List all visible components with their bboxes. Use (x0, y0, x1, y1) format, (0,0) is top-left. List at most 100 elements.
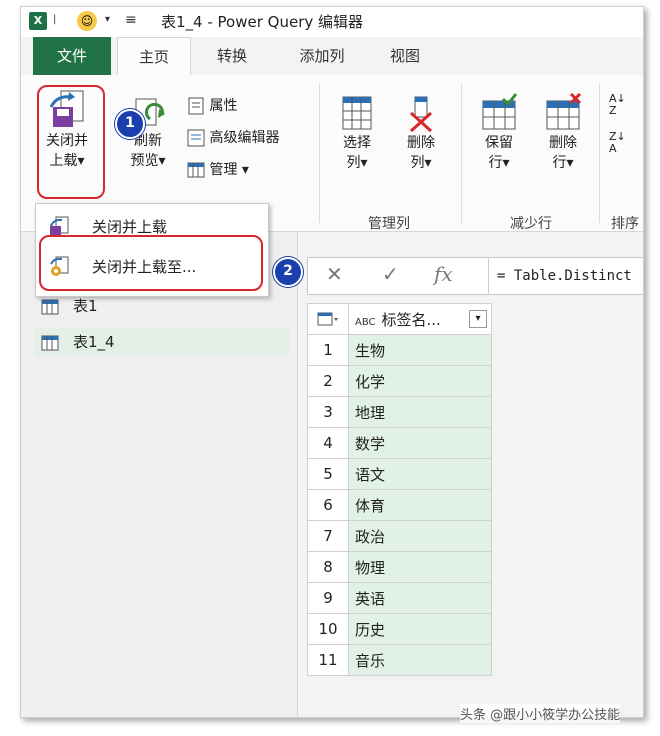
chevron-down-icon[interactable]: ▾ (105, 14, 110, 25)
query-item-label: 表1_4 (73, 333, 115, 351)
cell-value[interactable]: 历史 (348, 613, 492, 645)
table-row: 5 语文 (307, 458, 492, 490)
group-separator (319, 83, 320, 223)
tab-file[interactable]: 文件 (33, 37, 111, 75)
choose-columns-label-1: 选择 (343, 135, 371, 151)
remove-columns-label-2: 列 (410, 155, 425, 171)
tab-view[interactable]: 视图 (375, 37, 435, 75)
chevron-down-icon: ▾ (360, 155, 368, 171)
table-row: 10 历史 (307, 613, 492, 645)
table-row: 1 生物 (307, 334, 492, 366)
table-row: 4 数学 (307, 427, 492, 459)
sort-ascending-button[interactable]: A↓ Z (609, 92, 626, 117)
row-index: 7 (307, 520, 349, 552)
choose-columns-button[interactable]: 选择 列▾ (327, 93, 387, 173)
manage-button[interactable]: 管理 ▾ (187, 159, 249, 181)
callout-badge-2: 2 (273, 257, 303, 287)
callout-badge-1: 1 (115, 109, 145, 139)
query-item-table1-4[interactable]: 表1_4 (35, 327, 289, 357)
query-item-label: 表1 (73, 297, 98, 315)
cell-value[interactable]: 化学 (348, 365, 492, 397)
remove-columns-label-1: 删除 (407, 135, 435, 151)
chevron-down-icon: ▾ (241, 162, 249, 178)
table-menu-button[interactable] (307, 303, 349, 335)
table-row: 6 体育 (307, 489, 492, 521)
table-row: 2 化学 (307, 365, 492, 397)
cell-value[interactable]: 语文 (348, 458, 492, 490)
tab-home[interactable]: 主页 (117, 37, 191, 76)
remove-rows-icon (546, 93, 582, 130)
row-index: 4 (307, 427, 349, 459)
column-header[interactable]: ABC 标签名... ▾ (348, 303, 492, 335)
grid-header-row: ABC 标签名... ▾ (307, 303, 492, 335)
cell-value[interactable]: 地理 (348, 396, 492, 428)
column-type-icon[interactable]: ABC (355, 317, 376, 328)
group-separator (599, 83, 600, 223)
group-label-reduce-rows: 减少行 (510, 216, 552, 232)
remove-columns-button[interactable]: 删除 列▾ (391, 93, 451, 173)
advanced-editor-label: 高级编辑器 (209, 130, 280, 146)
table-row: 9 英语 (307, 582, 492, 614)
cell-value[interactable]: 体育 (348, 489, 492, 521)
table-row: 11 音乐 (307, 644, 492, 676)
data-grid: ABC 标签名... ▾ 1 生物 2 化学 3 地理 4 数学 5 语文 6 体育 7 政治 … (307, 303, 492, 676)
manage-label: 管理 (209, 162, 238, 178)
cell-value[interactable]: 数学 (348, 427, 492, 459)
cell-value[interactable]: 政治 (348, 520, 492, 552)
highlight-close-and-load-to (39, 235, 263, 291)
keep-rows-label-1: 保留 (485, 135, 513, 151)
quick-access-separator: | (53, 14, 57, 25)
properties-label: 属性 (209, 98, 238, 114)
cancel-formula-icon[interactable]: ✕ (326, 262, 343, 286)
smiley-feedback-icon[interactable]: ☺ (77, 11, 97, 31)
table-row: 7 政治 (307, 520, 492, 552)
remove-rows-label-1: 删除 (549, 135, 577, 151)
properties-button[interactable]: 属性 (187, 95, 237, 117)
advanced-editor-icon (187, 129, 205, 147)
chevron-down-icon: ▾ (424, 155, 432, 171)
sort-ascending-icon: A↓ Z (609, 92, 626, 117)
row-index: 2 (307, 365, 349, 397)
keep-rows-label-2: 行 (488, 155, 503, 171)
row-index: 9 (307, 582, 349, 614)
formula-bar: ✕ ✓ fx = Table.Distinct (307, 257, 643, 295)
remove-rows-button[interactable]: 删除 行▾ (533, 93, 593, 173)
table-icon (41, 335, 59, 350)
sort-descending-button[interactable]: Z↓ A (609, 130, 626, 155)
keep-rows-button[interactable]: 保留 行▾ (469, 93, 529, 173)
group-label-manage-columns: 管理列 (368, 216, 410, 232)
table-row: 3 地理 (307, 396, 492, 428)
filter-dropdown-icon[interactable]: ▾ (469, 310, 487, 328)
cell-value[interactable]: 音乐 (348, 644, 492, 676)
ribbon-tab-bar: 文件 主页 转换 添加列 视图 (21, 37, 643, 76)
cell-value[interactable]: 物理 (348, 551, 492, 583)
row-index: 6 (307, 489, 349, 521)
group-separator (461, 83, 462, 223)
title-bar: X | ☺ ▾ ≡ 表1_4 - Power Query 编辑器 (21, 7, 643, 37)
choose-columns-icon (342, 96, 372, 130)
highlight-close-and-load (37, 85, 105, 199)
queries-pane: 表1 表1_4 (21, 233, 298, 717)
row-index: 8 (307, 551, 349, 583)
chevron-down-icon: ▾ (158, 153, 166, 169)
formula-input[interactable]: = Table.Distinct (488, 258, 632, 294)
table-icon (41, 299, 59, 314)
quick-access-customize-icon[interactable]: ≡ (125, 12, 137, 28)
confirm-formula-icon[interactable]: ✓ (382, 262, 399, 286)
refresh-label-2: 预览 (130, 153, 159, 169)
cell-value[interactable]: 生物 (348, 334, 492, 366)
column-header-label: 标签名... (381, 310, 441, 329)
row-index: 11 (307, 644, 349, 676)
advanced-editor-button[interactable]: 高级编辑器 (187, 127, 279, 149)
remove-columns-icon (409, 96, 433, 133)
remove-rows-label-2: 行 (552, 155, 567, 171)
tab-transform[interactable]: 转换 (197, 37, 267, 75)
table-menu-icon (317, 312, 338, 325)
sort-descending-icon: Z↓ A (609, 130, 626, 155)
power-query-window: X | ☺ ▾ ≡ 表1_4 - Power Query 编辑器 文件 主页 转… (20, 6, 644, 718)
table-row: 8 物理 (307, 551, 492, 583)
table-icon (187, 162, 205, 178)
fx-icon[interactable]: fx (434, 262, 453, 286)
tab-add-column[interactable]: 添加列 (277, 37, 367, 75)
cell-value[interactable]: 英语 (348, 582, 492, 614)
